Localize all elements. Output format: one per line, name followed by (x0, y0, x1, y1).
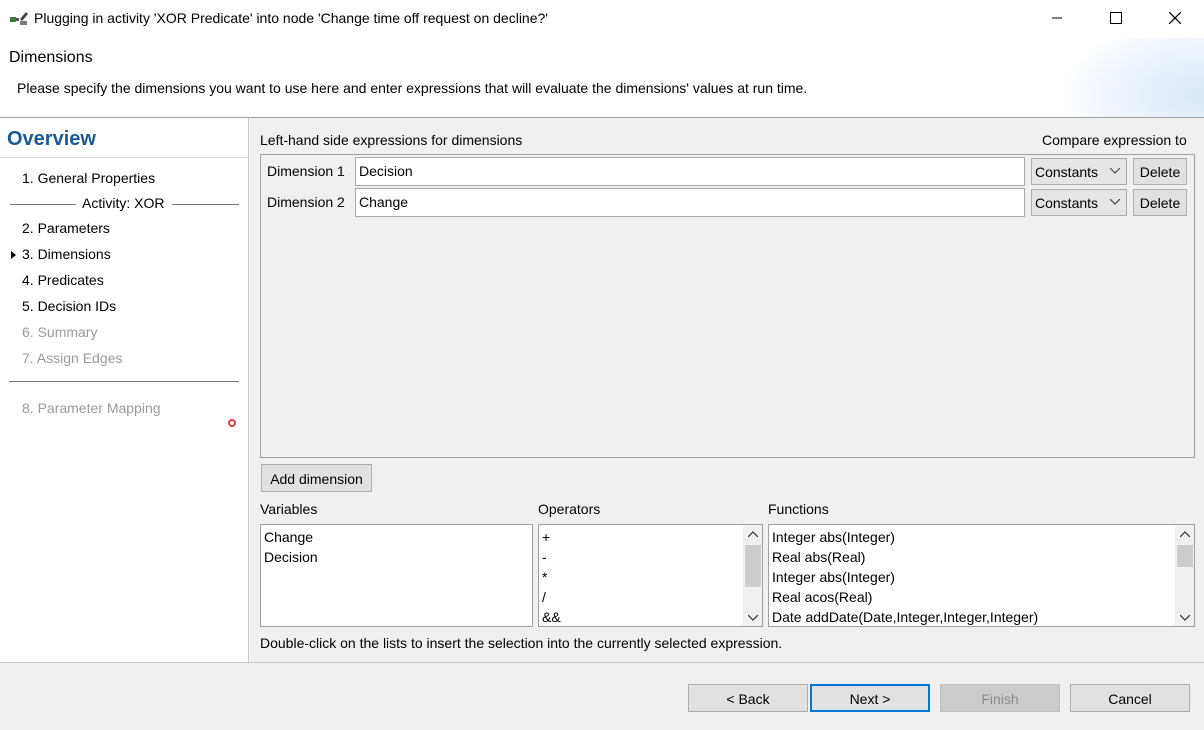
list-item[interactable]: Date addDate(Date,Integer,Integer,Intege… (772, 609, 1038, 625)
title-bar: Plugging in activity 'XOR Predicate' int… (0, 0, 1204, 38)
minimize-icon (1052, 17, 1062, 19)
list-item[interactable]: / (542, 589, 546, 605)
list-item[interactable]: + (542, 529, 550, 545)
group-label-activity: Activity: XOR (10, 195, 239, 213)
nav-item-decision-ids[interactable]: 5. Decision IDs (22, 298, 116, 314)
list-item[interactable]: * (542, 569, 547, 585)
operators-list[interactable]: + - * / && (538, 524, 763, 627)
lhs-expressions-label: Left-hand side expressions for dimension… (260, 132, 523, 148)
overview-nav: Overview 1. General Properties Activity:… (0, 118, 249, 662)
scroll-down-button[interactable] (1175, 609, 1194, 626)
nav-item-dimensions[interactable]: 3. Dimensions (22, 246, 111, 262)
list-item[interactable]: - (542, 549, 547, 565)
wizard-button-bar: < Back Next > Finish Cancel (0, 662, 1204, 730)
cancel-button[interactable]: Cancel (1070, 684, 1190, 712)
dimensions-panel: Left-hand side expressions for dimension… (250, 118, 1204, 662)
functions-list[interactable]: Integer abs(Integer) Real abs(Real) Inte… (768, 524, 1195, 627)
dimension-2-compare-select[interactable]: Constants (1031, 189, 1127, 216)
add-dimension-button[interactable]: Add dimension (261, 464, 372, 492)
chevron-down-icon (1179, 614, 1190, 621)
page-title: Dimensions (9, 49, 93, 66)
nav-item-parameters[interactable]: 2. Parameters (22, 220, 110, 236)
scroll-up-button[interactable] (1175, 525, 1194, 542)
functions-scrollbar[interactable] (1175, 525, 1194, 626)
dimension-1-delete-button[interactable]: Delete (1133, 158, 1187, 185)
nav-item-general-properties[interactable]: 1. General Properties (22, 170, 155, 186)
operators-scrollbar[interactable] (743, 525, 762, 626)
chevron-down-icon (747, 614, 758, 621)
page-description: Please specify the dimensions you want t… (17, 80, 808, 96)
dimensions-box: Dimension 1 Decision Constants Delete Di… (260, 154, 1195, 458)
current-step-arrow-icon (11, 251, 16, 259)
variables-list[interactable]: Change Decision (260, 524, 533, 627)
list-item[interactable]: Integer abs(Integer) (772, 529, 895, 545)
minimize-button[interactable] (1028, 0, 1086, 36)
maximize-icon (1110, 12, 1122, 24)
nav-item-summary: 6. Summary (22, 324, 98, 340)
error-icon (228, 419, 236, 427)
operators-label: Operators (538, 501, 601, 517)
dimension-2-delete-button[interactable]: Delete (1133, 189, 1187, 216)
next-button[interactable]: Next > (810, 684, 930, 712)
list-item[interactable]: Real acos(Real) (772, 589, 872, 605)
compare-expression-label: Compare expression to (1042, 132, 1187, 148)
nav-item-parameter-mapping: 8. Parameter Mapping (22, 400, 161, 416)
nav-divider (9, 381, 239, 382)
chevron-up-icon (1179, 530, 1190, 537)
chevron-down-icon (1110, 168, 1120, 174)
list-item[interactable]: && (542, 609, 561, 625)
dimension-2-label: Dimension 2 (267, 194, 345, 210)
dimension-1-compare-select[interactable]: Constants (1031, 158, 1127, 185)
chevron-up-icon (747, 530, 758, 537)
overview-divider (0, 157, 248, 158)
scroll-down-button[interactable] (743, 609, 762, 626)
header-banner: Dimensions Please specify the dimensions… (0, 38, 1204, 117)
banner-decoration (1064, 38, 1204, 117)
plug-icon (10, 12, 28, 25)
close-icon (1169, 12, 1181, 24)
finish-button: Finish (940, 684, 1060, 712)
functions-label: Functions (768, 501, 829, 517)
close-button[interactable] (1146, 0, 1204, 36)
chevron-down-icon (1110, 199, 1120, 205)
list-item[interactable]: Integer abs(Integer) (772, 569, 895, 585)
scroll-thumb[interactable] (1177, 545, 1193, 567)
list-item[interactable]: Decision (264, 549, 318, 565)
scroll-up-button[interactable] (743, 525, 762, 542)
nav-item-predicates[interactable]: 4. Predicates (22, 272, 104, 288)
nav-item-assign-edges: 7. Assign Edges (22, 350, 123, 366)
dimension-1-label: Dimension 1 (267, 163, 345, 179)
hint-text: Double-click on the lists to insert the … (260, 635, 783, 651)
dimension-1-input[interactable]: Decision (355, 157, 1025, 186)
maximize-button[interactable] (1087, 0, 1145, 36)
back-button[interactable]: < Back (688, 684, 808, 712)
list-item[interactable]: Change (264, 529, 313, 545)
variables-label: Variables (260, 501, 318, 517)
dimension-2-input[interactable]: Change (355, 188, 1025, 217)
window-title: Plugging in activity 'XOR Predicate' int… (34, 10, 548, 26)
overview-title: Overview (7, 128, 96, 150)
scroll-thumb[interactable] (745, 545, 761, 587)
list-item[interactable]: Real abs(Real) (772, 549, 865, 565)
